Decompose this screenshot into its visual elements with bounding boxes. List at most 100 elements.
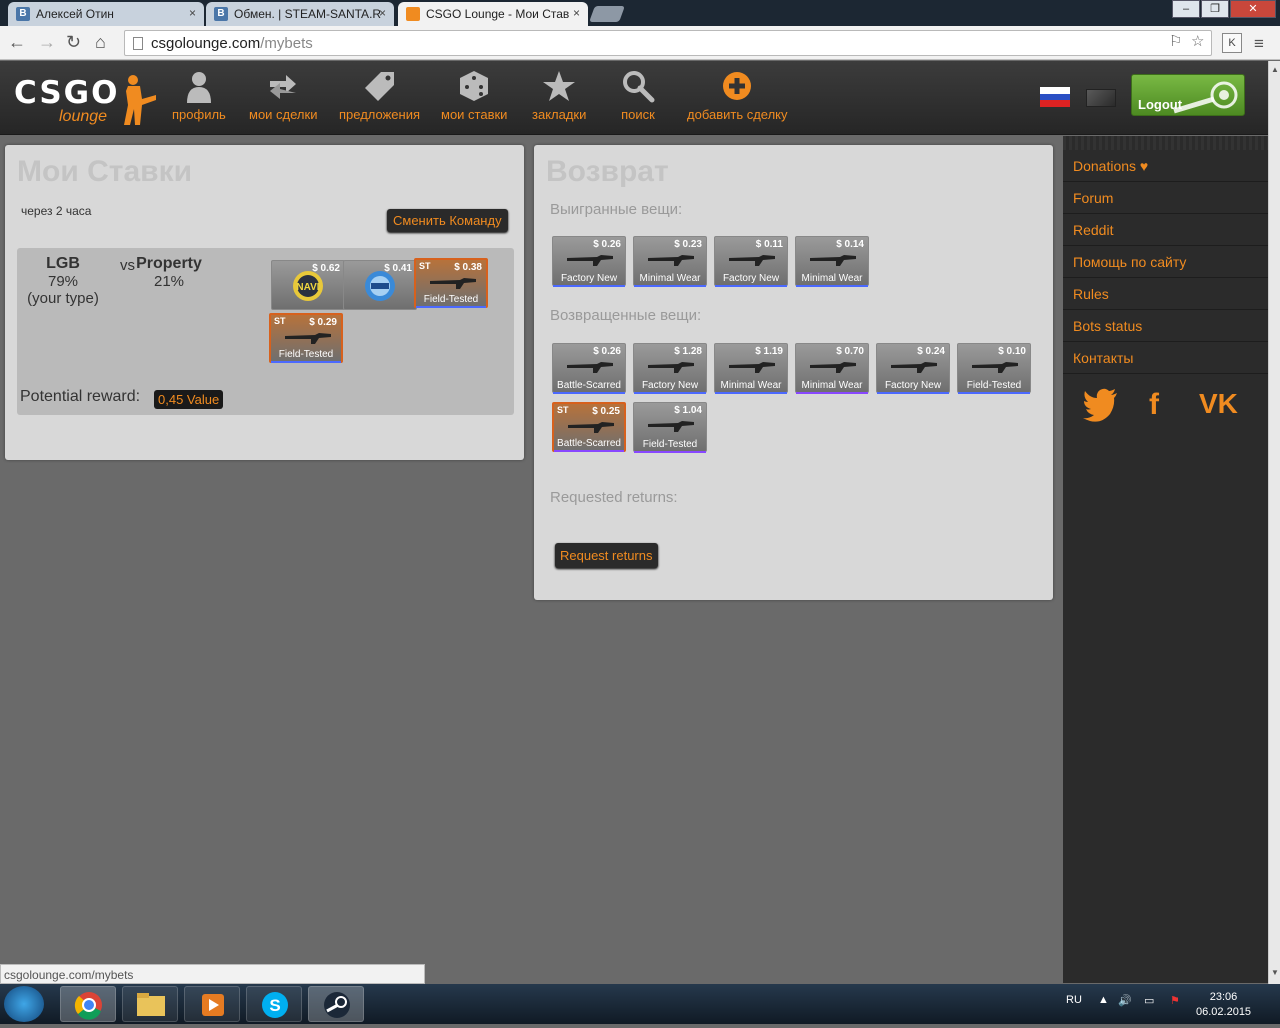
browser-tab[interactable]: B Обмен. | STEAM-SANTA.R × (206, 2, 394, 26)
page-scrollbar[interactable]: ▲ ▼ (1268, 61, 1280, 984)
taskbar-skype-icon[interactable]: S (246, 986, 302, 1022)
csgolounge-logo[interactable]: CSGO lounge (14, 73, 164, 129)
volume-icon[interactable]: 🔊 (1118, 994, 1132, 1007)
my-bets-panel: Мои Ставки через 2 часа Сменить Команду … (5, 145, 524, 460)
system-clock[interactable]: 23:06 06.02.2015 (1196, 990, 1251, 1020)
language-indicator[interactable]: RU (1066, 994, 1082, 1006)
stattrak-badge: ST (274, 316, 286, 326)
item-tile[interactable]: $ 0.14 Minimal Wear (795, 236, 869, 287)
item-tile[interactable]: $ 0.11 Factory New (714, 236, 788, 287)
windows-start-button[interactable] (4, 986, 44, 1022)
close-tab-icon[interactable]: × (189, 6, 196, 20)
bet-item[interactable]: $ 0.41 (343, 260, 417, 310)
nav-profile[interactable]: профиль (172, 69, 226, 122)
item-tile[interactable]: $ 0.26 Factory New (552, 236, 626, 287)
svg-text:NAVI: NAVI (296, 282, 319, 293)
sidebar-link-help[interactable]: Помощь по сайту (1063, 246, 1268, 278)
rifle-icon (430, 278, 476, 289)
team-1[interactable]: LGB 79% (your type) (21, 255, 105, 307)
team-2[interactable]: Property 21% (129, 255, 209, 290)
close-tab-icon[interactable]: × (573, 6, 580, 20)
item-tile[interactable]: $ 0.70 Minimal Wear (795, 343, 869, 394)
nav-bookmarks[interactable]: закладки (532, 69, 586, 122)
rifle-icon (810, 255, 856, 266)
item-condition: Field-Tested (642, 439, 698, 450)
rarity-bar (958, 392, 1030, 394)
nav-my-bets[interactable]: мои ставки (441, 69, 507, 122)
item-condition: Field-Tested (966, 380, 1022, 391)
item-tile[interactable]: $ 0.26 Battle-Scarred (552, 343, 626, 394)
change-team-button[interactable]: Сменить Команду (387, 209, 508, 232)
facebook-icon[interactable]: f (1149, 388, 1159, 422)
back-arrow-icon[interactable]: ← (8, 32, 26, 52)
item-tile[interactable]: $ 1.04 Field-Tested (633, 402, 707, 453)
url-domain: csgolounge.com (151, 35, 261, 52)
vk-icon[interactable]: VK (1199, 388, 1238, 420)
item-tile[interactable]: $ 1.28 Factory New (633, 343, 707, 394)
window-close-icon[interactable]: ✕ (1230, 0, 1276, 18)
rifle-icon (568, 422, 614, 433)
browser-tab-active[interactable]: CSGO Lounge - Мои Став × (398, 2, 588, 26)
sidebar-link-donations[interactable]: Donations ♥ (1063, 150, 1268, 182)
url-path: /mybets (260, 35, 313, 52)
home-icon[interactable]: ⌂ (95, 32, 106, 52)
svg-text:S: S (269, 996, 280, 1015)
taskbar-steam-icon[interactable] (308, 986, 364, 1022)
forward-arrow-icon[interactable]: → (38, 32, 56, 52)
bet-item[interactable]: $ 0.62 NAVI (271, 260, 345, 310)
profile-icon (186, 72, 211, 103)
item-tile[interactable]: $ 0.23 Minimal Wear (633, 236, 707, 287)
network-icon[interactable]: ▭ (1144, 994, 1154, 1007)
taskbar-chrome-icon[interactable] (60, 986, 116, 1022)
item-condition: Factory New (641, 380, 699, 391)
nav-add-trade[interactable]: добавить сделку (687, 69, 788, 122)
scroll-down-icon[interactable]: ▼ (1271, 968, 1279, 977)
russian-flag-icon[interactable] (1040, 87, 1070, 108)
sidebar-link-rules[interactable]: Rules (1063, 278, 1268, 310)
sidebar-link-forum[interactable]: Forum (1063, 182, 1268, 214)
rifle-icon (567, 255, 613, 266)
sidebar-link-reddit[interactable]: Reddit (1063, 214, 1268, 246)
twitter-icon[interactable] (1083, 388, 1119, 422)
extension-k-icon[interactable]: K (1222, 33, 1242, 53)
sidebar-link-contacts[interactable]: Контакты (1063, 342, 1268, 374)
browser-menu-icon[interactable]: ≡ (1254, 34, 1264, 54)
navi-sticker-icon: NAVI (293, 271, 323, 301)
tray-expand-icon[interactable]: ▲ (1098, 994, 1109, 1006)
bet-item-stattrak[interactable]: ST $ 0.38 Field-Tested (414, 258, 488, 308)
browser-tab[interactable]: B Алексей Отин × (8, 2, 204, 26)
new-tab-button[interactable] (589, 6, 625, 22)
item-tile[interactable]: $ 1.19 Minimal Wear (714, 343, 788, 394)
translate-icon[interactable]: ⚐ (1169, 32, 1182, 50)
address-bar[interactable]: csgolounge.com/mybets (124, 30, 1212, 56)
action-center-icon[interactable]: ⚑ (1170, 994, 1180, 1007)
close-tab-icon[interactable]: × (379, 6, 386, 20)
nav-my-trades[interactable]: мои сделки (249, 69, 317, 122)
maximize-icon[interactable]: ❐ (1201, 0, 1229, 18)
dice-icon (460, 71, 489, 101)
minimize-icon[interactable]: – (1172, 0, 1200, 18)
logout-button[interactable]: Logout (1131, 74, 1245, 116)
stattrak-badge: ST (557, 405, 569, 415)
item-tile-stattrak[interactable]: ST $ 0.25 Battle-Scarred (552, 402, 626, 452)
item-tile[interactable]: $ 0.24 Factory New (876, 343, 950, 394)
sidebar-link-bots-status[interactable]: Bots status (1063, 310, 1268, 342)
taskbar-explorer-icon[interactable] (122, 986, 178, 1022)
rarity-bar (416, 306, 486, 308)
search-icon (623, 71, 655, 103)
rifle-icon (891, 362, 937, 373)
rifle-icon (972, 362, 1018, 373)
taskbar-media-player-icon[interactable] (184, 986, 240, 1022)
rifle-icon (729, 362, 775, 373)
scroll-up-icon[interactable]: ▲ (1271, 65, 1279, 74)
nav-offers[interactable]: предложения (339, 69, 420, 122)
reload-icon[interactable]: ↻ (66, 32, 81, 52)
language-flag-icon[interactable] (1086, 89, 1116, 107)
item-tile[interactable]: $ 0.10 Field-Tested (957, 343, 1031, 394)
request-returns-button[interactable]: Request returns (555, 543, 658, 568)
bookmark-star-icon[interactable]: ☆ (1191, 32, 1204, 50)
rifle-icon (810, 362, 856, 373)
window-controls: – ❐ ✕ (1171, 0, 1276, 18)
bet-item-stattrak[interactable]: ST $ 0.29 Field-Tested (269, 313, 343, 363)
nav-search[interactable]: поиск (621, 69, 655, 122)
